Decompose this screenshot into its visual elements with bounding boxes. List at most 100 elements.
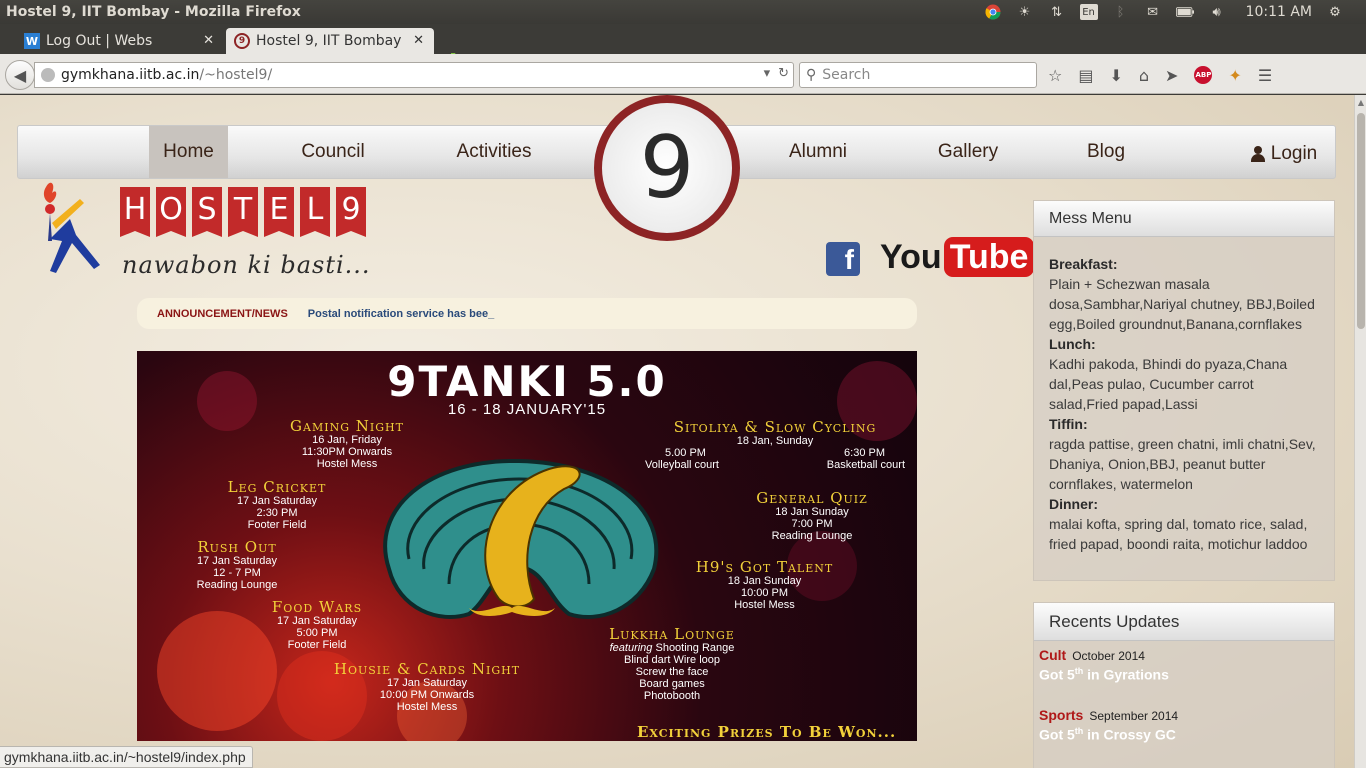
update-text[interactable]: Got 5th in Gyrations	[1039, 666, 1334, 683]
url-dropdown-icon[interactable]: ▾	[764, 66, 771, 81]
webs-favicon-icon: W	[24, 33, 40, 49]
extension-icon[interactable]: ✦	[1228, 66, 1241, 85]
page-viewport: Home Council Activities Alumni Gallery B…	[0, 95, 1354, 768]
meal-items: Kadhi pakoda, Bhindi do pyaza,Chana dal,…	[1049, 356, 1288, 412]
nav-activities[interactable]: Activities	[438, 126, 550, 178]
wordmark-letter: H	[120, 187, 150, 237]
youtube-tube: Tube	[943, 237, 1035, 277]
adblock-icon[interactable]: ABP	[1194, 66, 1213, 84]
mail-icon[interactable]: ✉	[1144, 4, 1162, 20]
address-bar[interactable]: gymkhana.iitb.ac.in /~hostel9/ ▾ ↻	[34, 62, 794, 88]
window-titlebar: Hostel 9, IIT Bombay - Mozilla Firefox ☀…	[0, 0, 1366, 24]
meal-items: ragda pattise, green chatni, imli chatni…	[1049, 436, 1316, 492]
tab-bar: W Log Out | Webs ✕ 9 Hostel 9, IIT Bomba…	[0, 24, 1366, 74]
mess-menu-body: Breakfast: Plain + Schezwan masala dosa,…	[1034, 237, 1334, 554]
network-icon[interactable]: ⇅	[1048, 4, 1066, 20]
scrollbar-thumb[interactable]	[1357, 113, 1365, 329]
nav-alumni[interactable]: Alumni	[770, 126, 866, 178]
torch-mascot-logo	[43, 182, 100, 273]
announcement-text[interactable]: Postal notification service has bee_	[308, 308, 494, 320]
toolbar-icons: ☆ ▤ ⬇ ⌂ ➤ ABP ✦ ☰	[1048, 64, 1272, 86]
facebook-icon[interactable]: f	[826, 242, 860, 276]
update-category[interactable]: Sports	[1039, 707, 1083, 723]
meal-label: Breakfast:	[1049, 256, 1118, 272]
url-host: gymkhana.iitb.ac.in	[61, 67, 200, 83]
reload-icon[interactable]: ↻	[778, 66, 789, 81]
poster-footer: Exciting Prizes To Be Won...	[637, 723, 897, 741]
announcement-label: ANNOUNCEMENT/NEWS	[157, 307, 288, 320]
event-housie: Housie & Cards Night 17 Jan Saturday 10:…	[333, 660, 521, 713]
home-icon[interactable]: ⌂	[1139, 66, 1149, 85]
wordmark-letter: S	[192, 187, 222, 237]
site-tagline: nawabon ki basti...	[122, 251, 371, 279]
power-gear-icon[interactable]: ⚙	[1326, 4, 1344, 20]
poster-title: 9TANKI 5.0	[387, 357, 667, 406]
reading-list-icon[interactable]: ▤	[1078, 66, 1093, 85]
mess-menu-title: Mess Menu	[1034, 201, 1334, 237]
wordmark-letter: E	[264, 187, 294, 237]
close-tab-icon[interactable]: ✕	[413, 33, 424, 48]
update-text[interactable]: Got 5th in Crossy GC	[1039, 726, 1334, 743]
recent-updates-title: Recents Updates	[1034, 603, 1334, 641]
clock[interactable]: 10:11 AM	[1246, 4, 1312, 20]
nav-council[interactable]: Council	[283, 126, 383, 178]
wordmark-letter: L	[300, 187, 330, 237]
event-lukkha-lounge: Lukkha Lounge featuring Shooting Range B…	[609, 625, 735, 702]
bookmark-star-icon[interactable]: ☆	[1048, 66, 1062, 85]
meal-label: Dinner:	[1049, 496, 1098, 512]
tab-label: Log Out | Webs	[46, 33, 153, 49]
page-scrollbar[interactable]: ▲	[1354, 95, 1366, 768]
update-category[interactable]: Cult	[1039, 647, 1066, 663]
mess-menu-panel: Mess Menu Breakfast: Plain + Schezwan ma…	[1033, 200, 1335, 581]
back-arrow-icon: ◀	[13, 65, 27, 85]
menu-icon[interactable]: ☰	[1258, 66, 1272, 85]
nav-toolbar: gymkhana.iitb.ac.in /~hostel9/ ▾ ↻ ◀ ⚲ S…	[0, 54, 1366, 94]
update-item[interactable]: Sports September 2014 Got 5th in Crossy G…	[1034, 683, 1334, 743]
scroll-up-icon[interactable]: ▲	[1355, 97, 1366, 109]
meal-items: Plain + Schezwan masala dosa,Sambhar,Nar…	[1049, 276, 1315, 332]
chrome-icon[interactable]	[984, 4, 1002, 20]
battery-icon[interactable]	[1175, 4, 1194, 20]
youtube-icon[interactable]: You Tube	[880, 237, 1035, 277]
update-date: September 2014	[1089, 708, 1179, 723]
search-icon: ⚲	[806, 67, 817, 83]
poster-dates: 16 - 18 JANUARY'15	[447, 401, 607, 418]
wordmark-letter: 9	[336, 187, 366, 237]
close-tab-icon[interactable]: ✕	[203, 33, 214, 48]
nav-login[interactable]: Login	[1244, 128, 1324, 180]
back-button[interactable]: ◀	[5, 60, 35, 90]
brightness-icon[interactable]: ☀	[1016, 4, 1034, 20]
mustache-illustration	[469, 605, 555, 616]
keyboard-layout-icon[interactable]: En	[1079, 4, 1098, 20]
meal-items: malai kofta, spring dal, tomato rice, sa…	[1049, 516, 1308, 552]
hostel9-emblem[interactable]: 9	[594, 95, 740, 241]
search-input[interactable]: ⚲ Search	[799, 62, 1037, 88]
url-path: /~hostel9/	[199, 67, 273, 83]
volume-icon[interactable]: 🔊︎	[1208, 4, 1226, 20]
recent-updates-panel: Recents Updates Cult October 2014 Got 5th…	[1033, 602, 1335, 768]
event-leg-cricket: Leg Cricket 17 Jan Saturday 2:30 PM Foot…	[227, 478, 327, 531]
update-item[interactable]: Cult October 2014 Got 5th in Gyrations	[1034, 641, 1334, 683]
event-got-talent: H9's Got Talent 18 Jan Sunday 10:00 PM H…	[695, 558, 834, 611]
announcement-ticker: ANNOUNCEMENT/NEWS Postal notification se…	[137, 298, 917, 329]
nav-gallery[interactable]: Gallery	[923, 126, 1013, 178]
wordmark-letter: T	[228, 187, 258, 237]
event-general-quiz: General Quiz 18 Jan Sunday 7:00 PM Readi…	[756, 489, 868, 542]
hostel9-wordmark: H O S T E L 9	[120, 187, 366, 237]
tab-webs[interactable]: W Log Out | Webs ✕	[16, 28, 224, 54]
tab-hostel9[interactable]: 9 Hostel 9, IIT Bombay ✕	[226, 28, 434, 54]
hostel9-favicon-icon: 9	[234, 33, 250, 49]
login-label: Login	[1270, 143, 1318, 164]
meal-label: Tiffin:	[1049, 416, 1088, 432]
bluetooth-icon[interactable]: ᛒ	[1112, 4, 1130, 20]
nav-blog[interactable]: Blog	[1073, 126, 1139, 178]
nav-home[interactable]: Home	[149, 126, 228, 178]
site-identity-icon[interactable]	[41, 68, 55, 82]
event-poster[interactable]: 9TANKI 5.0 16 - 18 JANUARY'15 Gaming Nig…	[137, 351, 917, 741]
downloads-icon[interactable]: ⬇	[1109, 66, 1122, 85]
youtube-you: You	[880, 237, 942, 276]
status-bar-url: gymkhana.iitb.ac.in/~hostel9/index.php	[0, 746, 253, 768]
wordmark-letter: O	[156, 187, 186, 237]
system-tray: ☀ ⇅ En ᛒ ✉ 🔊︎ 10:11 AM ⚙	[984, 0, 1366, 24]
send-icon[interactable]: ➤	[1165, 66, 1178, 85]
